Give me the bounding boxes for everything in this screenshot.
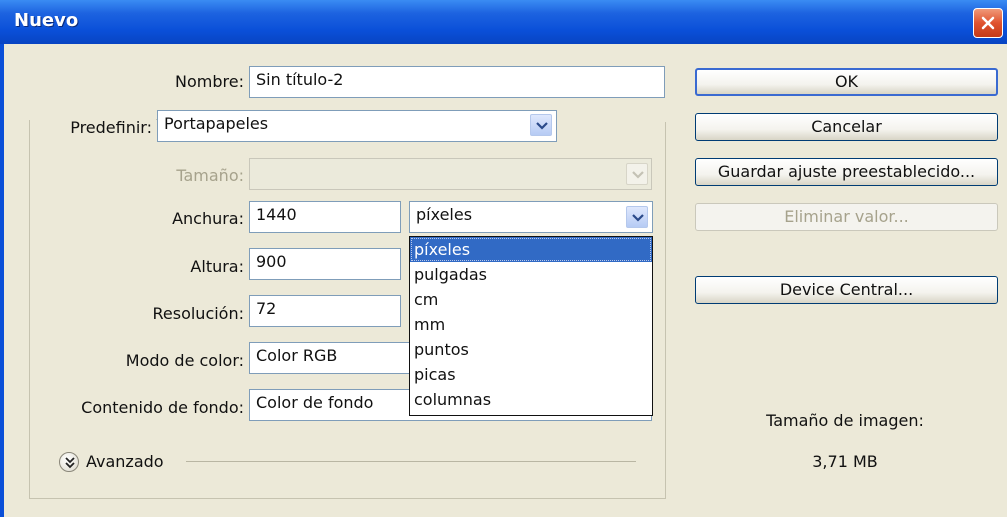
unit-option-columnas[interactable]: columnas: [410, 387, 652, 412]
size-label: Tamaño:: [176, 166, 244, 185]
unit-option-mm[interactable]: mm: [410, 312, 652, 337]
title-bar: Nuevo: [0, 0, 1007, 44]
cancel-button[interactable]: Cancelar: [695, 113, 998, 141]
unit-option-picas[interactable]: picas: [410, 362, 652, 387]
width-label: Anchura:: [172, 209, 244, 228]
width-unit-dropdown-button[interactable]: [626, 206, 648, 228]
delete-preset-button: Eliminar valor...: [695, 203, 998, 231]
window-frame: [0, 44, 4, 517]
ok-button[interactable]: OK: [695, 68, 998, 96]
chevron-down-icon: [632, 214, 644, 222]
resolution-input[interactable]: 72: [249, 295, 401, 327]
image-size-value: 3,71 MB: [812, 452, 878, 471]
chevron-down-icon: [536, 122, 548, 130]
unit-dropdown-list[interactable]: píxeles pulgadas cm mm puntos picas colu…: [409, 236, 653, 416]
color-mode-label: Modo de color:: [125, 351, 244, 370]
unit-option-puntos[interactable]: puntos: [410, 337, 652, 362]
resolution-label: Resolución:: [152, 304, 244, 323]
chevron-down-icon: [632, 171, 644, 179]
double-chevron-down-icon: [65, 457, 75, 469]
size-select: [249, 158, 652, 190]
height-label: Altura:: [190, 257, 244, 276]
background-label: Contenido de fondo:: [81, 398, 244, 417]
advanced-label[interactable]: Avanzado: [86, 452, 164, 471]
width-input[interactable]: 1440: [249, 201, 401, 233]
unit-option-cm[interactable]: cm: [410, 287, 652, 312]
groupbox-legend-bg: [557, 110, 667, 122]
window-title: Nuevo: [14, 10, 79, 31]
name-label: Nombre:: [175, 72, 244, 91]
width-unit-select[interactable]: píxeles: [409, 201, 653, 233]
advanced-divider: [186, 461, 636, 462]
device-central-button[interactable]: Device Central...: [695, 276, 998, 304]
height-input[interactable]: 900: [249, 248, 401, 280]
advanced-toggle-button[interactable]: [59, 452, 79, 472]
image-size-label: Tamaño de imagen:: [766, 411, 924, 430]
preset-label: Predefinir:: [40, 118, 156, 137]
save-preset-button[interactable]: Guardar ajuste preestablecido...: [695, 158, 998, 186]
preset-select[interactable]: Portapapeles: [157, 110, 557, 142]
close-icon: [981, 16, 995, 30]
preset-dropdown-button[interactable]: [530, 114, 552, 136]
unit-option-pulgadas[interactable]: pulgadas: [410, 262, 652, 287]
size-dropdown-button: [626, 163, 648, 185]
unit-option-pixeles[interactable]: píxeles: [410, 237, 652, 262]
close-button[interactable]: [973, 8, 1003, 38]
color-mode-select[interactable]: Color RGB: [249, 342, 411, 374]
name-input[interactable]: Sin título-2: [249, 66, 665, 98]
